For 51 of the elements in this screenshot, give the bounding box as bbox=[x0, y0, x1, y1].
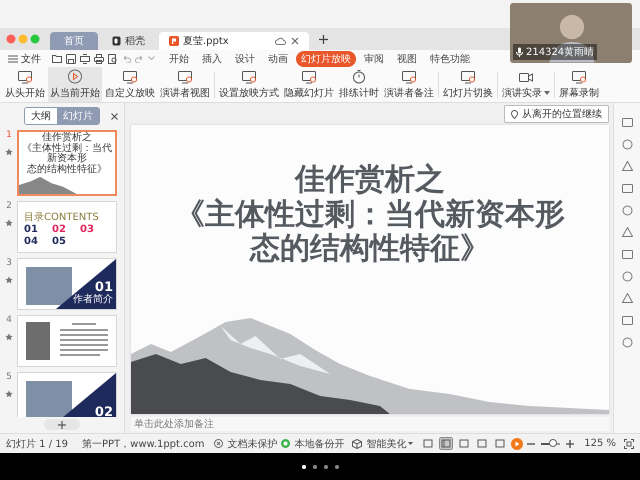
contents-number: 02 bbox=[52, 224, 67, 235]
thumbnail-heading: 目录CONTENTS bbox=[24, 211, 99, 224]
toolbar-button[interactable]: 幻灯片切换 bbox=[441, 67, 495, 102]
toolbar-button[interactable]: 从头开始 bbox=[3, 67, 47, 102]
section-caption: 作者简介 bbox=[73, 294, 113, 305]
toolbar-button[interactable]: 屏幕录制 bbox=[557, 67, 601, 102]
toolbar-button[interactable]: 排练计时 bbox=[337, 67, 381, 102]
ribbon-tab[interactable]: 动画 bbox=[263, 50, 293, 66]
notes-field[interactable]: 单击此处添加备注 bbox=[131, 417, 609, 431]
contents-number: 03 bbox=[80, 224, 95, 235]
ribbon-tab[interactable]: 视图 bbox=[392, 50, 422, 66]
ribbon-tab[interactable]: 开始 bbox=[164, 50, 194, 66]
backup-status[interactable]: 本地备份开 bbox=[294, 436, 344, 450]
participant-name: 214324黄雨晴 bbox=[526, 46, 594, 59]
slide-number: 3 bbox=[6, 258, 12, 268]
toolbar-button[interactable]: 隐藏幻灯片 bbox=[282, 67, 336, 102]
ribbon-tab[interactable]: 设计 bbox=[230, 50, 260, 66]
ribbon-tab[interactable]: 插入 bbox=[197, 50, 227, 66]
toolbar-button[interactable]: 演讲者备注 bbox=[382, 67, 436, 102]
contents-number: 01 bbox=[24, 224, 39, 235]
document-tab[interactable]: 稻壳 bbox=[102, 32, 155, 50]
beautify-button[interactable]: 智能美化 bbox=[366, 436, 414, 450]
slide-thumbnail[interactable]: 目录CONTENTS 01 02 03 04 05 bbox=[17, 201, 117, 253]
slide-thumbnail[interactable]: 02 bbox=[17, 372, 117, 417]
slide-number: 2 bbox=[6, 201, 12, 211]
section-number: 02 bbox=[94, 406, 113, 417]
zoom-reading: 125 % bbox=[584, 438, 616, 449]
slide-number: 1 bbox=[6, 130, 12, 140]
panel-tab[interactable]: 大纲 bbox=[25, 108, 57, 124]
contents-number: 04 bbox=[24, 236, 39, 247]
slide-canvas[interactable]: 佳作赏析之 《主体性过剩：当代新资本形 态的结构性特征》 bbox=[131, 125, 609, 414]
ribbon-tab[interactable]: 审阅 bbox=[359, 50, 389, 66]
toolbar-button[interactable]: 演讲者视图 bbox=[158, 67, 212, 102]
slide-number: 5 bbox=[6, 372, 12, 382]
slide-count: 幻灯片 1 / 19 bbox=[6, 438, 68, 450]
toolbar-button[interactable]: 设置放映方式 bbox=[217, 67, 281, 102]
toolbar-button[interactable]: 从当前开始 bbox=[48, 67, 102, 102]
document-tab[interactable]: 夏莹.pptx bbox=[159, 32, 309, 50]
contents-number: 05 bbox=[52, 236, 67, 247]
slide-thumbnail[interactable]: 01 作者简介 bbox=[17, 258, 117, 310]
ribbon-tab[interactable]: 特色功能 bbox=[425, 50, 475, 66]
slide-number: 4 bbox=[6, 315, 12, 325]
protection-status[interactable]: 文档未保护 bbox=[227, 436, 278, 450]
file-menu[interactable]: 文件 bbox=[21, 52, 41, 66]
toolbar-button[interactable]: 演讲实录 bbox=[500, 67, 552, 102]
resume-button[interactable]: 从离开的位置继续 bbox=[504, 105, 609, 123]
section-number: 01 bbox=[94, 281, 113, 294]
template-name: 第一PPT，www.1ppt.com bbox=[82, 438, 204, 450]
toolbar-button[interactable]: 自定义放映 bbox=[103, 67, 157, 102]
slide-title: 佳作赏析之 《主体性过剩：当代新资本形 态的结构性特征》 bbox=[174, 163, 566, 266]
ribbon-tab[interactable]: 幻灯片放映 bbox=[296, 50, 356, 66]
